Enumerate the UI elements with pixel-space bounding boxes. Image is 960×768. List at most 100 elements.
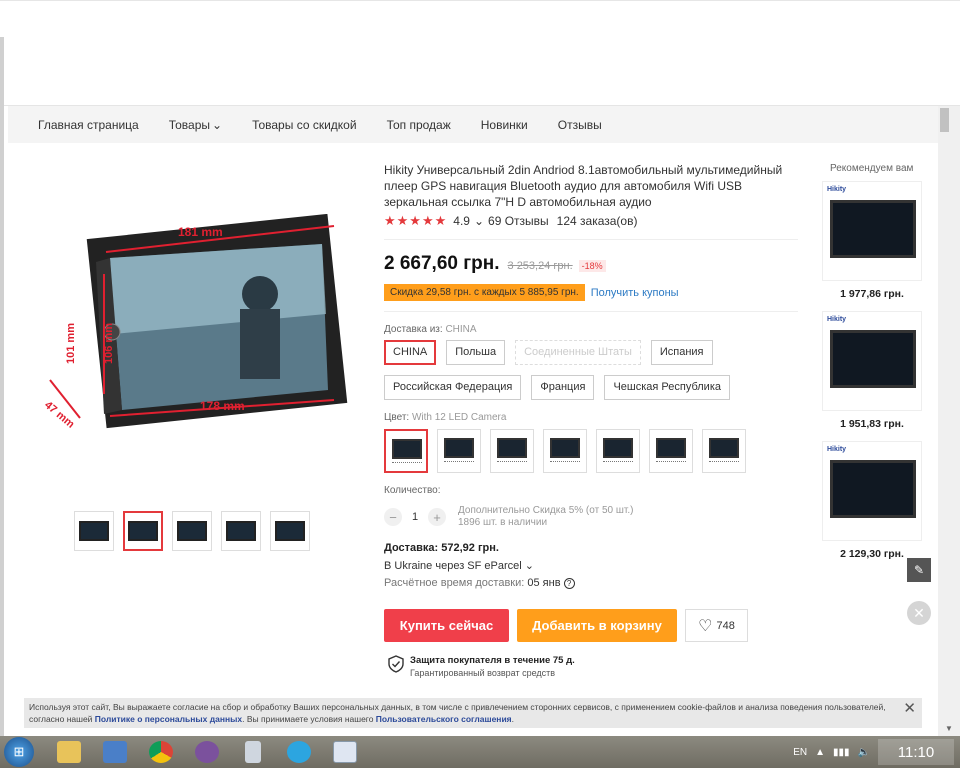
quantity-stepper: − 1 + Дополнительно Скидка 5% (от 50 шт.… [384,505,633,529]
nav-products-label: Товары [168,117,211,132]
product-main-image[interactable]: 181 mm 178 mm 47 mm 101 mm 106 mm [40,214,350,434]
explorer-taskbar-icon[interactable] [48,737,90,767]
chrome-taskbar-icon[interactable] [140,737,182,767]
chevron-down-icon[interactable]: ⌄ [474,214,484,228]
nav-products[interactable]: Товары ⌄ [169,118,222,132]
reviews-link[interactable]: 69 Отзывы [488,214,549,228]
swatch-preview [550,438,580,458]
buy-now-button[interactable]: Купить сейчас [384,609,509,642]
start-button[interactable]: ⊞ [4,737,34,767]
language-indicator[interactable]: EN [793,747,807,758]
volume-icon[interactable]: 🔈 [858,747,870,758]
swatch-preview [709,438,739,458]
thumbnail-preview [275,521,305,541]
system-tray: EN ▲ ▮▮▮ 🔈 11:10 [793,736,960,768]
store-nav: Главная страница Товары ⌄ Товары со скидк… [8,106,938,143]
nav-new[interactable]: Новинки [481,118,528,132]
chevron-down-icon: ⌄ [524,560,534,572]
help-icon[interactable]: ? [563,578,575,589]
rec-brand: Hikity [827,446,847,453]
ship-option-usa: Соединенные Штаты [515,340,641,365]
media-player-taskbar-icon[interactable] [94,737,136,767]
quantity-increase-button[interactable]: + [428,508,446,526]
rec-brand: Hikity [827,316,847,323]
swatch-accessory [550,461,580,467]
price-row: 2 667,60 грн. 3 253,24 грн. -18% [384,253,606,275]
divider [384,239,798,240]
heart-icon: ♡ [698,617,713,635]
thumbnail-preview [128,521,158,541]
privacy-policy-link[interactable]: Политике о персональных данных [95,714,242,724]
ship-from-text: Доставка из: [384,324,443,335]
clock[interactable]: 11:10 [878,739,954,765]
ship-option-russia[interactable]: Российская Федерация [384,375,522,400]
delivery-eta: Расчётное время доставки: 05 янв ? [384,577,575,589]
stock-text: 1896 шт. в наличии [458,517,548,528]
image-thumbnails [74,511,310,551]
edit-pencil-icon[interactable]: ✎ [907,558,931,582]
rec-product-image [830,460,916,518]
recommended-product[interactable]: Hikity [822,311,922,411]
scroll-down-arrow-icon[interactable]: ▼ [938,724,960,734]
frame-strip [0,37,4,107]
nav-discounts[interactable]: Товары со скидкой [252,118,356,132]
color-label: Цвет: With 12 LED Camera [384,412,506,423]
ship-option-france[interactable]: Франция [531,375,595,400]
thumbnail-selected[interactable] [123,511,163,551]
swatch-preview [497,438,527,458]
close-icon[interactable]: ✕ [907,601,931,625]
color-label-text: Цвет: [384,412,410,423]
ship-option-china[interactable]: CHINA [384,340,437,365]
ship-option-spain[interactable]: Испания [650,340,713,365]
scrollbar-thumb[interactable] [940,108,949,132]
wishlist-button[interactable]: ♡ 748 [685,609,748,642]
get-coupons-link[interactable]: Получить купоны [591,287,679,299]
thumbnail[interactable] [74,511,114,551]
delivery-method[interactable]: В Ukraine через SF eParcel ⌄ [384,559,534,572]
delivery-cost-text: Доставка: 572,92 грн. [384,542,499,554]
tray-arrow-icon[interactable]: ▲ [815,747,825,758]
divider [384,311,798,312]
promo-badge: Скидка 29,58 грн. с каждых 5 885,95 грн. [384,284,585,301]
protection-subtitle: Гарантированный возврат средств [410,668,556,678]
rating-row: ★★★★★ 4.9 ⌄ 69 Отзывы 124 заказа(ов) [384,213,637,229]
swatch-accessory [656,461,686,467]
browser-top-area [0,0,960,107]
nav-home[interactable]: Главная страница [38,118,139,132]
quantity-value[interactable]: 1 [402,511,428,523]
add-to-cart-button[interactable]: Добавить в корзину [517,609,677,642]
app-taskbar-icon[interactable] [324,737,366,767]
viber-taskbar-icon[interactable] [186,737,228,767]
thumbnail[interactable] [221,511,261,551]
color-swatch[interactable] [702,429,746,473]
color-swatch[interactable] [437,429,481,473]
color-swatch[interactable] [596,429,640,473]
swatch-accessory [392,462,422,468]
recommended-product[interactable]: Hikity [822,441,922,541]
nav-top-sales[interactable]: Топ продаж [387,118,451,132]
recommended-product[interactable]: Hikity [822,181,922,281]
wishlist-count: 748 [716,619,735,632]
quantity-info: Дополнительно Скидка 5% (от 50 шт.) 1896… [458,505,633,529]
ship-option-czech[interactable]: Чешская Республика [604,375,730,400]
dimension-height-label: 101 mm [65,323,77,364]
discount-badge: -18% [578,260,606,272]
swatch-accessory [497,461,527,467]
ship-option-poland[interactable]: Польша [446,340,506,365]
signal-icon[interactable]: ▮▮▮ [833,747,850,758]
color-swatch[interactable] [490,429,534,473]
user-agreement-link[interactable]: Пользовательского соглашения [376,714,512,724]
thumbnail[interactable] [172,511,212,551]
nav-reviews[interactable]: Отзывы [558,118,602,132]
color-swatch-selected[interactable] [384,429,428,473]
color-swatch[interactable] [649,429,693,473]
page-scrollbar[interactable]: ▼ [938,106,960,736]
ship-from-label: Доставка из: CHINA [384,324,477,335]
close-icon[interactable]: ✕ [903,701,916,716]
calculator-taskbar-icon[interactable] [232,737,274,767]
cookie-banner: Используя этот сайт, Вы выражаете соглас… [24,698,922,728]
telegram-taskbar-icon[interactable] [278,737,320,767]
color-swatch[interactable] [543,429,587,473]
thumbnail[interactable] [270,511,310,551]
quantity-decrease-button[interactable]: − [384,508,402,526]
